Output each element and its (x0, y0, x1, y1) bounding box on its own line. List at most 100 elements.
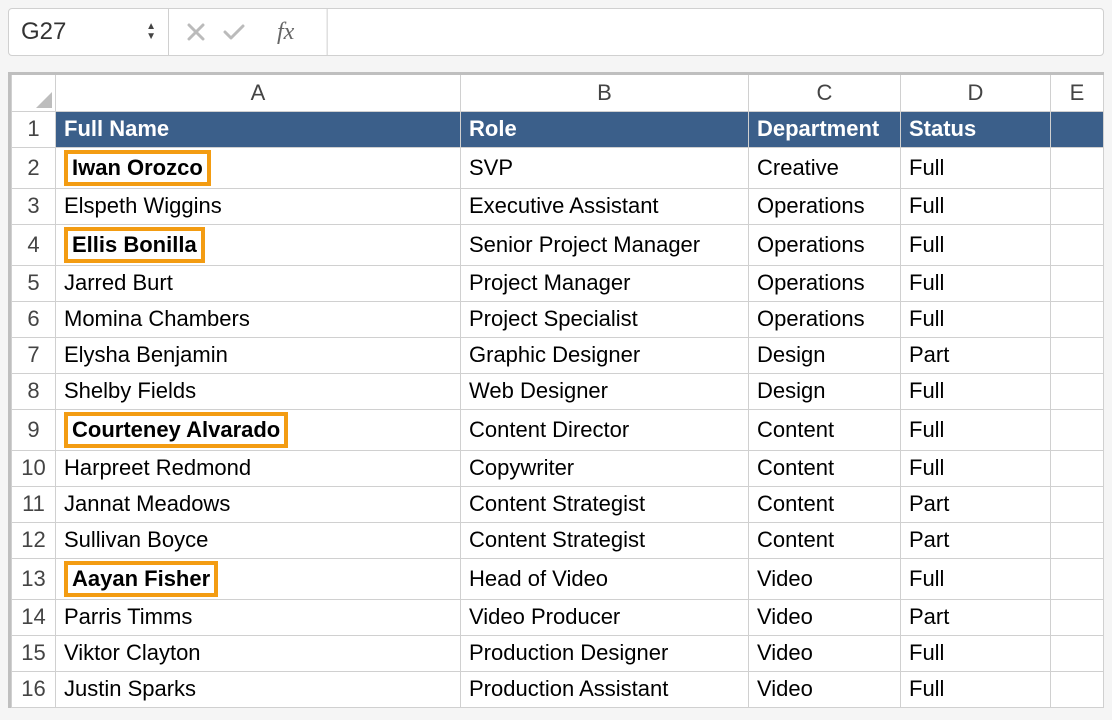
cell[interactable] (1051, 373, 1104, 409)
cell-role[interactable]: Executive Assistant (461, 188, 749, 224)
row-number[interactable]: 13 (12, 558, 56, 599)
cell-department[interactable]: Operations (749, 188, 901, 224)
row-number[interactable]: 2 (12, 147, 56, 188)
row-number[interactable]: 1 (12, 111, 56, 147)
cell-role[interactable]: Senior Project Manager (461, 224, 749, 265)
header-status[interactable]: Status (901, 111, 1051, 147)
cell-status[interactable]: Part (901, 486, 1051, 522)
col-header-b[interactable]: B (461, 75, 749, 111)
cell-role[interactable]: Project Manager (461, 265, 749, 301)
cell-department[interactable]: Operations (749, 224, 901, 265)
cell-full-name[interactable]: Viktor Clayton (56, 635, 461, 671)
cell[interactable] (1051, 522, 1104, 558)
cell-status[interactable]: Full (901, 635, 1051, 671)
cancel-icon[interactable] (187, 23, 205, 41)
cell-full-name[interactable]: Jannat Meadows (56, 486, 461, 522)
cell[interactable] (1051, 671, 1104, 707)
cell-department[interactable]: Video (749, 671, 901, 707)
cell-full-name[interactable]: Harpreet Redmond (56, 450, 461, 486)
cell-role[interactable]: Content Strategist (461, 486, 749, 522)
cell-full-name[interactable]: Jarred Burt (56, 265, 461, 301)
col-header-d[interactable]: D (901, 75, 1051, 111)
cell[interactable] (1051, 558, 1104, 599)
cell-status[interactable]: Full (901, 671, 1051, 707)
formula-input[interactable] (327, 9, 1103, 55)
cell-role[interactable]: Content Strategist (461, 522, 749, 558)
cell-department[interactable]: Video (749, 599, 901, 635)
cell-ref-stepper[interactable]: ▲ ▼ (146, 23, 156, 41)
cell-full-name[interactable]: Elysha Benjamin (56, 337, 461, 373)
cell-role[interactable]: Content Director (461, 409, 749, 450)
cell-department[interactable]: Operations (749, 301, 901, 337)
cell[interactable] (1051, 301, 1104, 337)
cell-full-name[interactable]: Parris Timms (56, 599, 461, 635)
cell-role[interactable]: Production Assistant (461, 671, 749, 707)
col-header-a[interactable]: A (56, 75, 461, 111)
cell-status[interactable]: Full (901, 409, 1051, 450)
cell[interactable] (1051, 224, 1104, 265)
cell-department[interactable]: Creative (749, 147, 901, 188)
cell-role[interactable]: Project Specialist (461, 301, 749, 337)
cell[interactable] (1051, 265, 1104, 301)
cell[interactable] (1051, 486, 1104, 522)
fx-label[interactable]: fx (263, 19, 308, 46)
cell[interactable] (1051, 188, 1104, 224)
cell-role[interactable]: Web Designer (461, 373, 749, 409)
row-number[interactable]: 3 (12, 188, 56, 224)
row-number[interactable]: 8 (12, 373, 56, 409)
row-number[interactable]: 12 (12, 522, 56, 558)
cell-reference[interactable]: G27 (21, 18, 146, 46)
cell-role[interactable]: SVP (461, 147, 749, 188)
col-header-e[interactable]: E (1051, 75, 1104, 111)
select-all-corner[interactable] (12, 75, 56, 111)
row-number[interactable]: 5 (12, 265, 56, 301)
row-number[interactable]: 16 (12, 671, 56, 707)
header-department[interactable]: Department (749, 111, 901, 147)
cell-role[interactable]: Video Producer (461, 599, 749, 635)
cell-full-name[interactable]: Sullivan Boyce (56, 522, 461, 558)
cell-department[interactable]: Design (749, 373, 901, 409)
cell-status[interactable]: Full (901, 373, 1051, 409)
cell-status[interactable]: Full (901, 147, 1051, 188)
cell-full-name[interactable]: Shelby Fields (56, 373, 461, 409)
cell-department[interactable]: Design (749, 337, 901, 373)
cell[interactable] (1051, 409, 1104, 450)
cell-department[interactable]: Operations (749, 265, 901, 301)
cell-status[interactable]: Full (901, 558, 1051, 599)
cell-department[interactable]: Content (749, 409, 901, 450)
cell-full-name[interactable]: Justin Sparks (56, 671, 461, 707)
cell[interactable] (1051, 635, 1104, 671)
cell-department[interactable]: Video (749, 558, 901, 599)
cell-department[interactable]: Video (749, 635, 901, 671)
cell[interactable] (1051, 599, 1104, 635)
cell-status[interactable]: Part (901, 599, 1051, 635)
row-number[interactable]: 15 (12, 635, 56, 671)
cell-department[interactable]: Content (749, 522, 901, 558)
cell-department[interactable]: Content (749, 486, 901, 522)
spreadsheet-grid[interactable]: A B C D E 1Full NameRoleDepartmentStatus… (8, 72, 1104, 708)
chevron-up-icon[interactable]: ▲ (146, 23, 156, 31)
cell-full-name[interactable]: Aayan Fisher (56, 558, 461, 599)
cell-full-name[interactable]: Courteney Alvarado (56, 409, 461, 450)
cell-status[interactable]: Full (901, 265, 1051, 301)
cell-status[interactable]: Part (901, 337, 1051, 373)
confirm-icon[interactable] (223, 23, 245, 41)
row-number[interactable]: 9 (12, 409, 56, 450)
cell-reference-box[interactable]: G27 ▲ ▼ (9, 9, 169, 55)
cell-department[interactable]: Content (749, 450, 901, 486)
row-number[interactable]: 14 (12, 599, 56, 635)
chevron-down-icon[interactable]: ▼ (146, 33, 156, 41)
cell-full-name[interactable]: Momina Chambers (56, 301, 461, 337)
cell-status[interactable]: Full (901, 188, 1051, 224)
row-number[interactable]: 6 (12, 301, 56, 337)
cell-full-name[interactable]: Elspeth Wiggins (56, 188, 461, 224)
cell-status[interactable]: Full (901, 450, 1051, 486)
cell-status[interactable]: Full (901, 301, 1051, 337)
row-number[interactable]: 4 (12, 224, 56, 265)
cell-role[interactable]: Head of Video (461, 558, 749, 599)
cell-full-name[interactable]: Ellis Bonilla (56, 224, 461, 265)
cell-status[interactable]: Part (901, 522, 1051, 558)
cell[interactable] (1051, 147, 1104, 188)
header-full-name[interactable]: Full Name (56, 111, 461, 147)
row-number[interactable]: 7 (12, 337, 56, 373)
